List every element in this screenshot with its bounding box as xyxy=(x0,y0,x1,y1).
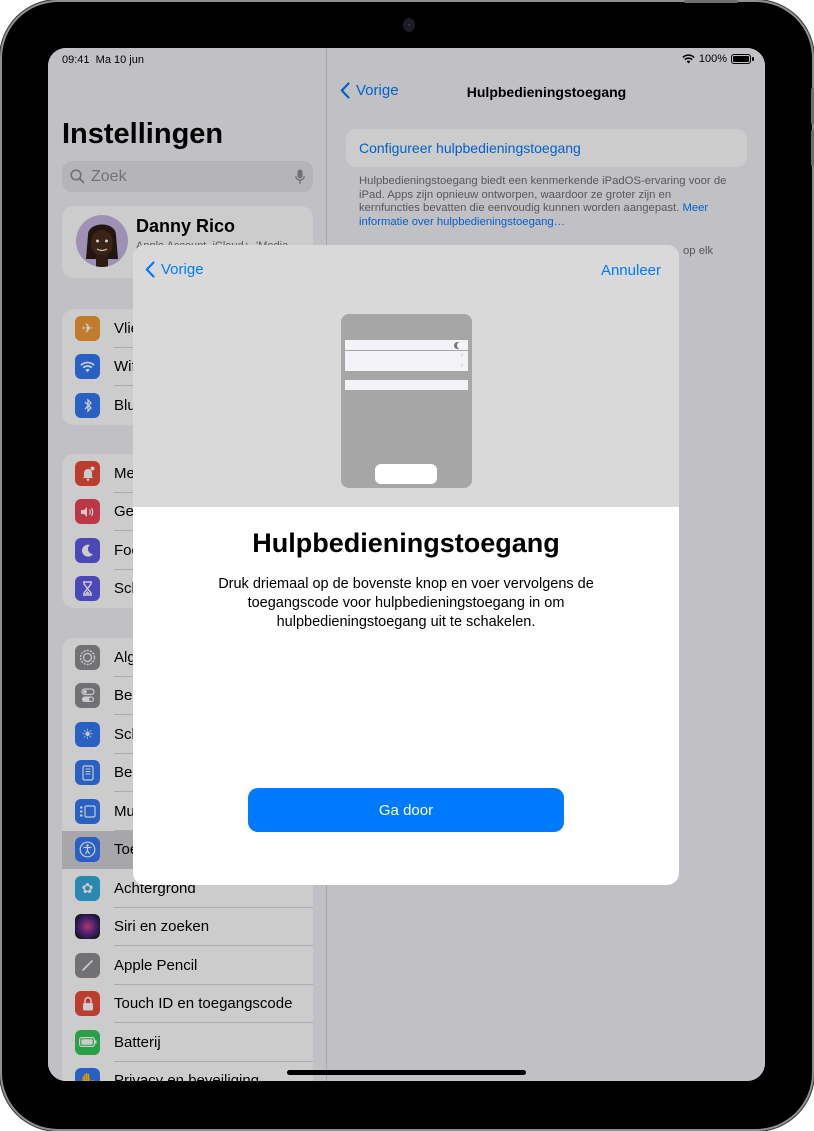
continue-button[interactable]: Ga door xyxy=(248,788,564,832)
illustration-row: › xyxy=(345,361,468,371)
illustration-row xyxy=(345,340,468,350)
cancel-button[interactable]: Annuleer xyxy=(601,262,661,279)
ipad-illustration: › › xyxy=(341,314,472,488)
sheet-hero: Vorige Annuleer › › xyxy=(133,245,679,507)
sheet-description: Druk driemaal op de bovenste knop en voe… xyxy=(218,576,594,630)
illustration-row xyxy=(345,380,468,390)
illustration-row: › xyxy=(345,351,468,361)
toggle-icon xyxy=(454,342,464,349)
front-camera xyxy=(403,18,415,32)
sheet-title: Hulpbedieningstoegang xyxy=(252,528,560,558)
home-indicator[interactable] xyxy=(287,1070,526,1075)
sheet-back-button[interactable]: Vorige xyxy=(145,261,204,278)
illustration-button xyxy=(375,464,437,484)
top-button xyxy=(684,0,738,3)
chevron-left-icon xyxy=(145,261,155,278)
sheet-back-label: Vorige xyxy=(161,261,204,278)
assistive-access-sheet: Vorige Annuleer › › Hulpbedieningstoegan… xyxy=(133,245,679,885)
chevron-right-icon: › xyxy=(461,353,463,359)
chevron-right-icon: › xyxy=(461,363,463,369)
screen: 09:41 Ma 10 jun 100% Instellingen Zoek D… xyxy=(48,48,765,1081)
